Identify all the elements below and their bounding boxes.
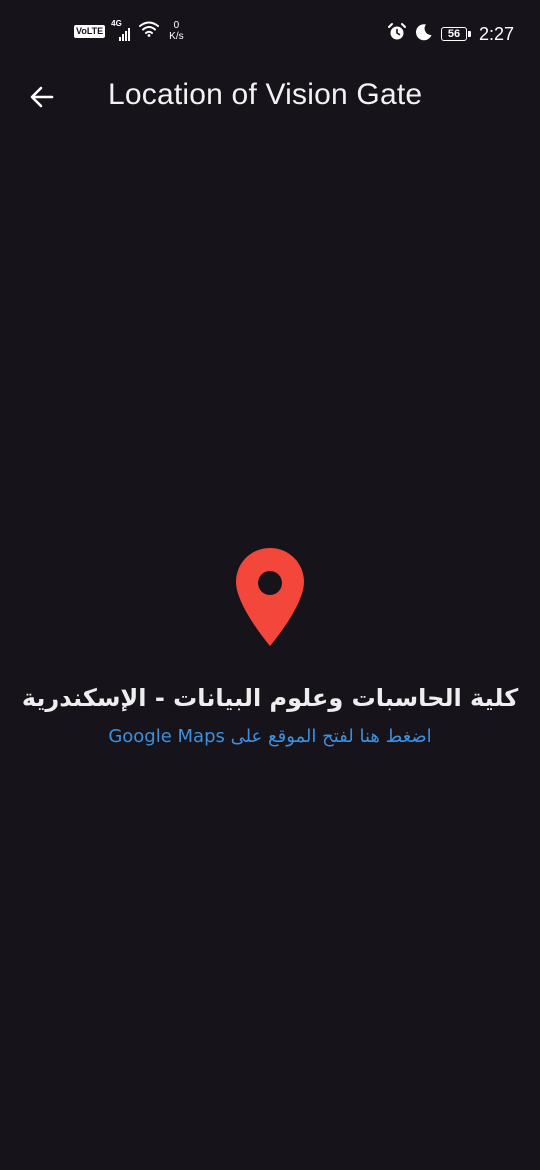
volte-badge: VoLTE bbox=[74, 24, 106, 38]
speed-unit: K/s bbox=[169, 31, 184, 42]
moon-icon bbox=[415, 23, 433, 45]
wifi-icon bbox=[139, 21, 160, 41]
arrow-left-icon bbox=[30, 86, 54, 108]
battery-icon: 56 bbox=[440, 27, 471, 41]
map-pin-icon bbox=[236, 548, 304, 646]
speed-value: 0 bbox=[173, 20, 180, 31]
back-button[interactable] bbox=[26, 81, 58, 113]
network-type: 4G bbox=[111, 19, 122, 28]
network-speed: 0 K/s bbox=[169, 20, 183, 42]
status-bar-left: VoLTE 4G 0 K/s bbox=[74, 19, 184, 42]
clock: 2:27 bbox=[478, 23, 514, 44]
alarm-icon bbox=[387, 22, 407, 46]
location-name: كلية الحاسبات وعلوم البيانات - الإسكندري… bbox=[21, 684, 519, 712]
status-bar: VoLTE 4G 0 K/s 56 2:27 bbox=[0, 0, 540, 68]
status-bar-right: 56 2:27 bbox=[387, 22, 514, 46]
cellular-signal-icon: 4G bbox=[111, 19, 133, 41]
app-bar: Location of Vision Gate bbox=[0, 68, 540, 126]
open-google-maps-link[interactable]: اضغط هنا لفتح الموقع على Google Maps bbox=[108, 726, 431, 747]
page-title: Location of Vision Gate bbox=[108, 78, 423, 111]
location-block: كلية الحاسبات وعلوم البيانات - الإسكندري… bbox=[0, 546, 540, 747]
battery-level: 56 bbox=[447, 27, 461, 40]
